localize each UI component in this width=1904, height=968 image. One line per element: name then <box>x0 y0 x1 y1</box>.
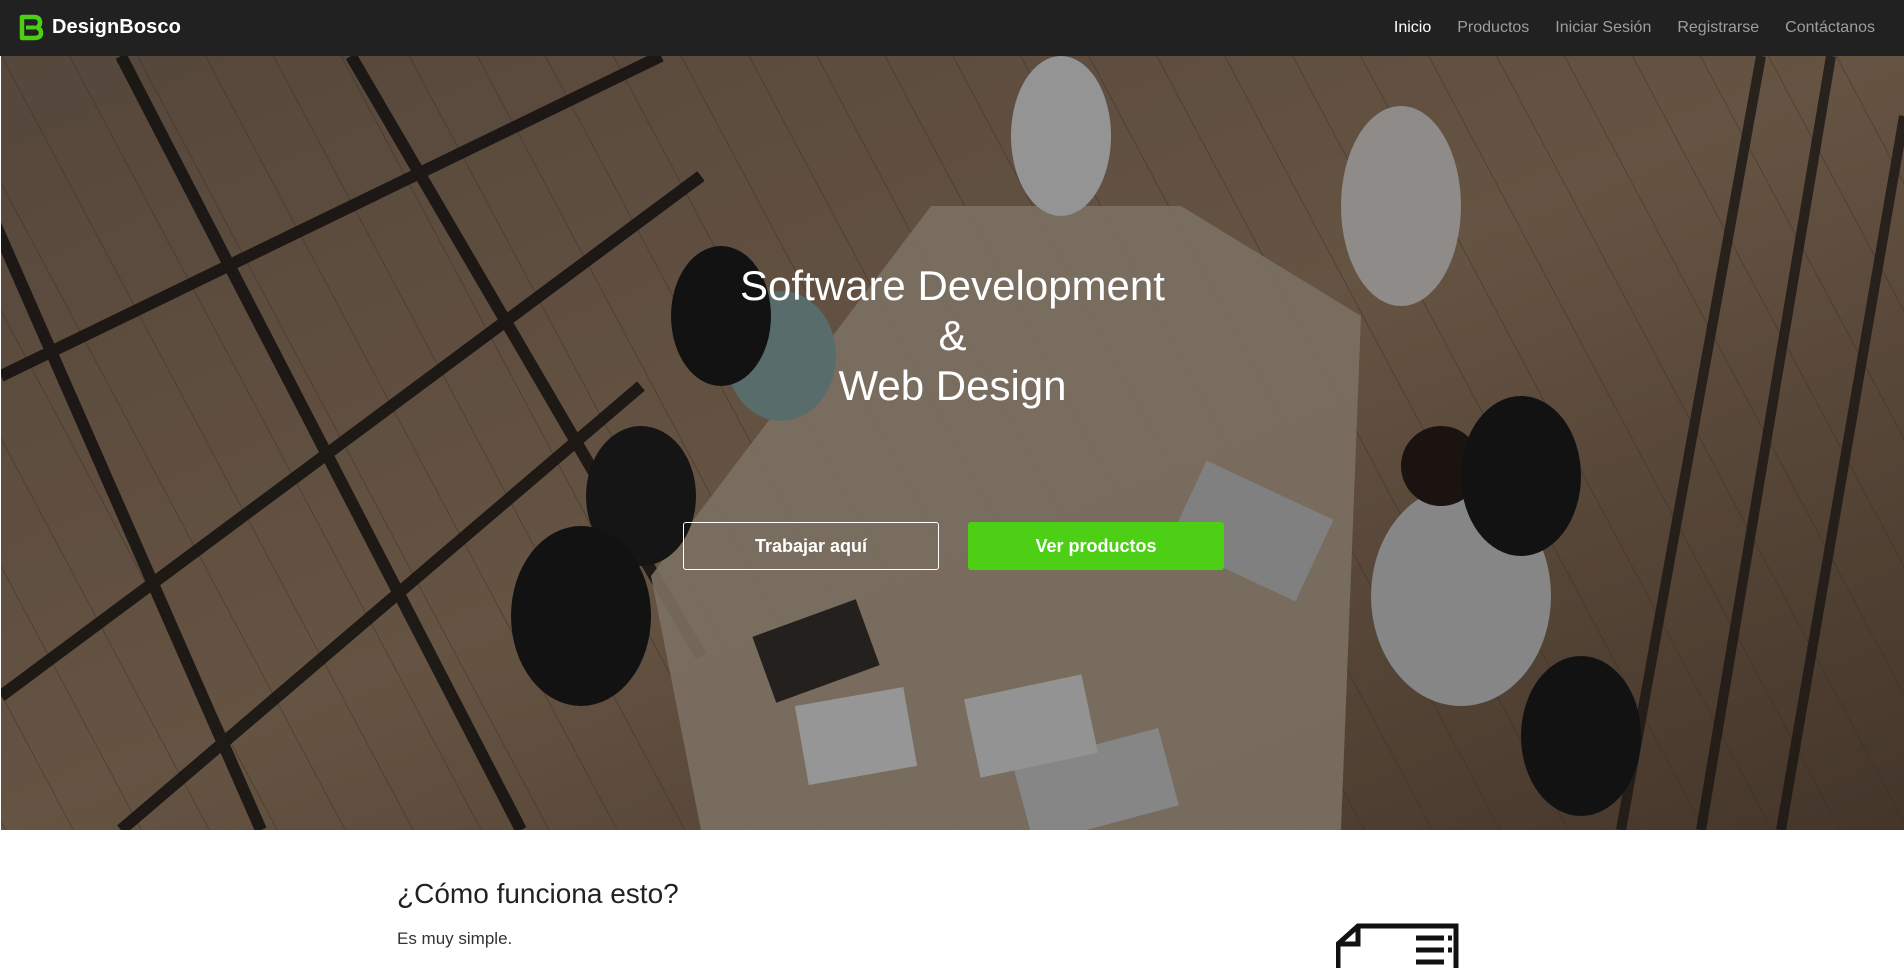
hero-title-line-2: & <box>938 312 967 359</box>
nav-item-inicio[interactable]: Inicio <box>1394 19 1431 37</box>
brand-name: DesignBosco <box>52 16 181 38</box>
hero-title: Software Development & Web Design <box>1 261 1904 411</box>
nav-item-contactanos[interactable]: Contáctanos <box>1785 19 1875 37</box>
brand-logo-icon <box>19 14 44 41</box>
document-list-icon <box>1336 923 1459 968</box>
section-title: ¿Cómo funciona esto? <box>397 878 679 909</box>
nav-item-iniciar-sesion[interactable]: Iniciar Sesión <box>1555 19 1651 37</box>
section-subtitle: Es muy simple. <box>397 929 513 948</box>
view-products-button[interactable]: Ver productos <box>968 522 1224 570</box>
hero-title-line-3: Web Design <box>838 362 1067 409</box>
hero-section: Software Development & Web Design Trabaj… <box>1 56 1904 830</box>
brand[interactable]: DesignBosco <box>17 14 181 41</box>
top-navbar: DesignBosco Inicio Productos Iniciar Ses… <box>0 0 1904 56</box>
nav-item-registrarse[interactable]: Registrarse <box>1677 19 1759 37</box>
nav-item-productos[interactable]: Productos <box>1457 19 1529 37</box>
hero-title-line-1: Software Development <box>740 262 1165 309</box>
hero-overlay <box>1 56 1904 830</box>
work-here-button[interactable]: Trabajar aquí <box>683 522 939 570</box>
nav-menu: Inicio Productos Iniciar Sesión Registra… <box>1368 0 1875 56</box>
